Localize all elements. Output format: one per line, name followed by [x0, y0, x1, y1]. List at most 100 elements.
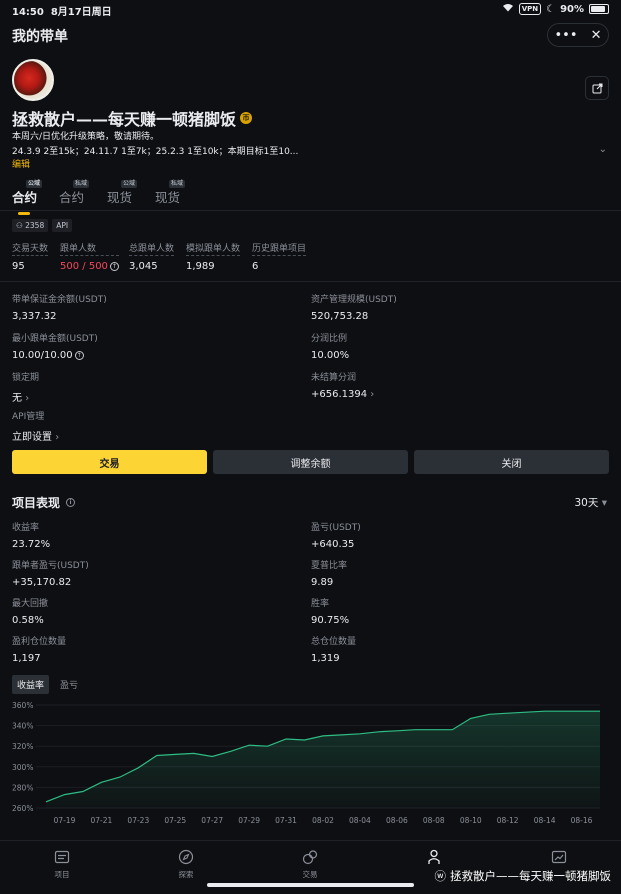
unsettled-profit-share[interactable]: 未结算分润 +656.1394 › [311, 370, 374, 400]
chart-data-point [211, 756, 213, 758]
market-tabs: 公域 合约 私域 合约 公域 现货 私域 现货 [12, 180, 609, 215]
chart-y-tick-label: 340% [12, 722, 33, 731]
chart-x-tick-label: 08-02 [312, 816, 334, 825]
avatar[interactable] [12, 59, 54, 101]
lock-period[interactable]: 锁定期 无 › [12, 370, 39, 404]
metric-sharpe: 夏普比率 9.89 [311, 561, 348, 588]
chevron-down-icon[interactable]: ⌄ [599, 144, 607, 155]
share-icon [592, 83, 602, 93]
status-bar: 14:50 8月17日周日 VPN ☾ 90% [0, 0, 621, 18]
tab-futures-public[interactable]: 公域 合约 [12, 180, 43, 215]
stat-total-followers: 总跟单人数 3,045 [129, 241, 175, 272]
chart-data-point [581, 710, 583, 712]
performance-title: 项目表现 i [12, 494, 76, 511]
min-copy-amount: 最小跟单金额(USDT) 10.00/10.00 ↑ [12, 334, 98, 361]
trader-description-line1: 本周六/日优化升级策略，敬请期待。 [12, 132, 160, 142]
watermark: ⓦ 拯救散户——每天赚一顿猪脚饭 [434, 869, 612, 883]
chart-y-tick-label: 320% [12, 742, 33, 751]
edit-link[interactable]: 编辑 [12, 157, 30, 170]
chart-data-point [341, 734, 343, 736]
chart-data-point [396, 730, 398, 732]
chart-x-tick-label: 07-23 [127, 816, 149, 825]
chart-data-point [174, 754, 176, 756]
chart-y-tick-label: 300% [12, 763, 33, 772]
more-icon[interactable]: ••• [555, 28, 578, 43]
chart-tab-roi[interactable]: 收益率 [12, 675, 50, 694]
chart-data-point [378, 731, 380, 733]
chart-x-tick-label: 07-29 [238, 816, 260, 825]
chevron-right-icon: › [55, 432, 60, 443]
nav-item-chart[interactable] [529, 849, 589, 869]
chart-data-point [322, 735, 324, 737]
chart-data-point [82, 791, 84, 793]
trade-button[interactable]: 交易 [12, 450, 207, 474]
aum: 资产管理规模(USDT) 520,753.28 [311, 295, 397, 322]
chart-x-tick-label: 07-31 [275, 816, 297, 825]
chart-x-tick-label: 08-04 [349, 816, 371, 825]
chevron-right-icon: › [25, 393, 30, 404]
chart-x-tick-label: 07-19 [54, 816, 76, 825]
chart-data-point [433, 729, 435, 731]
tab-futures-private[interactable]: 私域 合约 [59, 180, 90, 206]
compass-icon [156, 849, 216, 867]
stat-history-projects[interactable]: 历史跟单项目 6 [252, 241, 307, 272]
metric-total-positions: 总仓位数量 1,319 [311, 637, 357, 664]
chart-data-point [507, 712, 509, 714]
chart-y-tick-label: 360% [12, 701, 33, 710]
section-divider [0, 281, 621, 282]
chart-x-tick-label: 08-10 [460, 816, 482, 825]
adjust-balance-button[interactable]: 调整余额 [213, 450, 408, 474]
metric-follower-pnl: 跟单者盈亏(USDT) +35,170.82 [12, 561, 89, 588]
close-button[interactable]: 关闭 [414, 450, 609, 474]
trade-icon [280, 849, 340, 867]
status-time: 14:50 [12, 7, 44, 18]
vpn-badge: VPN [518, 3, 542, 15]
status-date: 8月17日周日 [50, 7, 112, 18]
chart-data-point [599, 710, 601, 712]
followers-chip: ⚇ 2358 [12, 219, 49, 232]
close-icon[interactable]: ✕ [591, 28, 602, 43]
tab-spot-private[interactable]: 私域 现货 [155, 180, 186, 206]
chart-y-tick-label: 260% [12, 804, 33, 813]
chart-tabs: 收益率 盈亏 [12, 675, 83, 694]
chart-icon [529, 849, 589, 867]
tabs-divider [0, 210, 621, 211]
chart-x-tick-label: 08-06 [386, 816, 408, 825]
nav-item-project[interactable]: 项目 [32, 849, 92, 880]
metric-winning-positions: 盈利仓位数量 1,197 [12, 637, 67, 664]
chart-data-point [119, 776, 121, 778]
battery-percent: 90% [560, 3, 584, 15]
chart-tab-pnl[interactable]: 盈亏 [55, 675, 83, 694]
page-title: 我的带单 [12, 29, 68, 45]
info-icon[interactable]: i [66, 498, 76, 507]
person-icon [404, 849, 464, 867]
project-icon [32, 849, 92, 867]
nav-item-profile[interactable] [404, 849, 464, 869]
tab-spot-public[interactable]: 公域 现货 [107, 180, 138, 206]
info-icon[interactable]: ↑ [109, 262, 119, 271]
api-management[interactable]: API管理 立即设置 › [12, 409, 59, 443]
period-selector[interactable]: 30天 ▾ [575, 495, 608, 510]
metric-roi: 收益率 23.72% [12, 523, 51, 550]
chart-data-point [285, 738, 287, 740]
battery-icon [589, 4, 609, 14]
chart-x-tick-label: 07-21 [91, 816, 113, 825]
profit-share-ratio: 分润比例 10.00% [311, 334, 350, 361]
chart-x-tick-label: 08-08 [423, 816, 445, 825]
share-button[interactable] [585, 76, 609, 100]
api-chip: API [52, 219, 73, 232]
metric-pnl: 盈亏(USDT) +640.35 [311, 523, 361, 550]
chart-x-tick-label: 07-27 [201, 816, 223, 825]
nav-item-trade[interactable]: 交易 [280, 849, 340, 880]
chart-data-point [544, 710, 546, 712]
chart-data-point [488, 713, 490, 715]
chart-data-point [562, 710, 564, 712]
chart-x-tick-label: 08-14 [534, 816, 556, 825]
nav-item-explore[interactable]: 探索 [156, 849, 216, 880]
chart-data-point [64, 794, 66, 796]
info-icon[interactable]: ↑ [74, 351, 84, 360]
chart-x-tick-label: 07-25 [164, 816, 186, 825]
chart-data-point [304, 739, 306, 741]
metric-max-drawdown: 最大回撤 0.58% [12, 599, 49, 626]
chart-data-point [193, 753, 195, 755]
